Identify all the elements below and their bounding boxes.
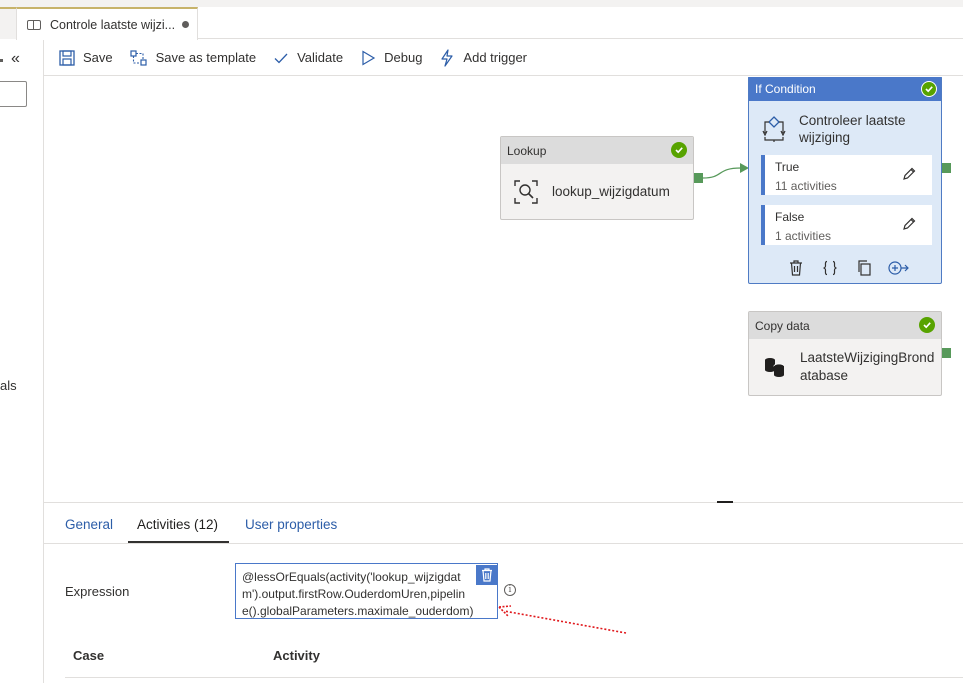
delete-icon[interactable] (779, 260, 813, 276)
factory-resources-panel: « als (0, 40, 44, 683)
template-icon (130, 49, 147, 66)
more-icon[interactable] (0, 59, 3, 62)
add-trigger-button[interactable]: Add trigger (439, 48, 528, 67)
tab-bar: Controle laatste wijzi... (0, 7, 963, 40)
activity-name: lookup_wijzigdatum (552, 183, 670, 199)
debug-button[interactable]: Debug (360, 49, 423, 66)
info-icon[interactable]: i (504, 584, 516, 596)
if-condition-port[interactable] (942, 163, 951, 173)
previous-tab[interactable] (0, 7, 16, 39)
debug-label: Debug (384, 50, 423, 65)
case-column-header: Case (73, 648, 105, 663)
edit-pencil-icon[interactable] (902, 217, 916, 231)
tab-pipeline[interactable]: Controle laatste wijzi... (16, 7, 198, 40)
properties-tabs: General Activities (12) User properties (44, 503, 963, 544)
pipeline-toolbar: Save Save as template Validate Debug Add… (44, 40, 963, 76)
trigger-icon (441, 48, 454, 67)
add-output-icon[interactable] (881, 260, 915, 276)
table-divider (65, 677, 963, 678)
activity-type-header: Copy data (749, 312, 941, 339)
save-as-template-label: Save as template (155, 50, 257, 65)
copy-data-activity[interactable]: Copy data LaatsteWijzigingBrond atabase (748, 311, 942, 396)
tab-user-properties[interactable]: User properties (245, 517, 337, 532)
copy-data-port[interactable] (942, 348, 951, 358)
success-check-icon (919, 317, 935, 333)
activity-name: Controleer laatste wijziging (799, 113, 906, 145)
if-condition-activity[interactable]: If Condition Controleer laatste wijzigin… (748, 77, 942, 284)
collapse-panel-icon[interactable]: « (11, 50, 20, 68)
expression-label: Expression (65, 584, 130, 599)
activity-name: LaatsteWijzigingBrond atabase (800, 350, 935, 383)
tab-activities[interactable]: Activities (12) (137, 517, 218, 532)
pipeline-icon (27, 19, 41, 30)
activity-actions (779, 260, 915, 276)
unsaved-dot-icon[interactable] (182, 21, 190, 28)
expression-field[interactable]: @lessOrEquals(activity('lookup_wijzigdat… (235, 563, 498, 619)
case-name: True (775, 160, 800, 174)
resource-label[interactable]: als (0, 378, 17, 393)
search-input[interactable] (0, 81, 27, 107)
play-icon (362, 49, 376, 66)
activity-type: If Condition (755, 82, 816, 96)
activity-type: Lookup (507, 143, 547, 158)
lookup-icon (514, 179, 538, 204)
copy-data-icon (765, 358, 785, 377)
active-tab-indicator (128, 541, 229, 543)
success-check-icon (921, 81, 937, 97)
if-condition-icon (762, 116, 786, 142)
case-activity-count: 11 activities (775, 179, 837, 193)
true-case[interactable]: True 11 activities (761, 155, 932, 195)
validate-label: Validate (297, 50, 344, 65)
activity-column-header: Activity (273, 648, 320, 663)
lookup-success-port[interactable] (694, 173, 703, 183)
add-trigger-label: Add trigger (463, 50, 528, 65)
activity-type-header: Lookup (501, 137, 693, 164)
case-activity-count: 1 activities (775, 229, 832, 243)
tab-general[interactable]: General (65, 517, 113, 532)
checkmark-icon (274, 53, 288, 63)
activity-type: Copy data (755, 318, 810, 333)
success-check-icon (671, 142, 687, 158)
pipeline-canvas[interactable]: Lookup lookup_wijzigdatum If Condition C… (44, 77, 963, 502)
false-case[interactable]: False 1 activities (761, 205, 932, 245)
top-strip (0, 0, 963, 7)
delete-expression-icon[interactable] (476, 565, 497, 585)
activity-type-header: If Condition (749, 77, 941, 101)
validate-button[interactable]: Validate (273, 50, 343, 66)
save-button[interactable]: Save (59, 49, 113, 66)
properties-panel: General Activities (12) User properties … (44, 503, 963, 683)
case-name: False (775, 210, 805, 224)
save-icon (59, 49, 75, 66)
copy-icon[interactable] (847, 260, 881, 276)
lookup-activity[interactable]: Lookup lookup_wijzigdatum (500, 136, 694, 220)
save-as-template-button[interactable]: Save as template (130, 49, 257, 66)
save-label: Save (83, 50, 113, 65)
tab-label: Controle laatste wijzi... (50, 17, 176, 32)
code-braces-icon[interactable] (813, 260, 847, 276)
edit-pencil-icon[interactable] (902, 167, 916, 181)
